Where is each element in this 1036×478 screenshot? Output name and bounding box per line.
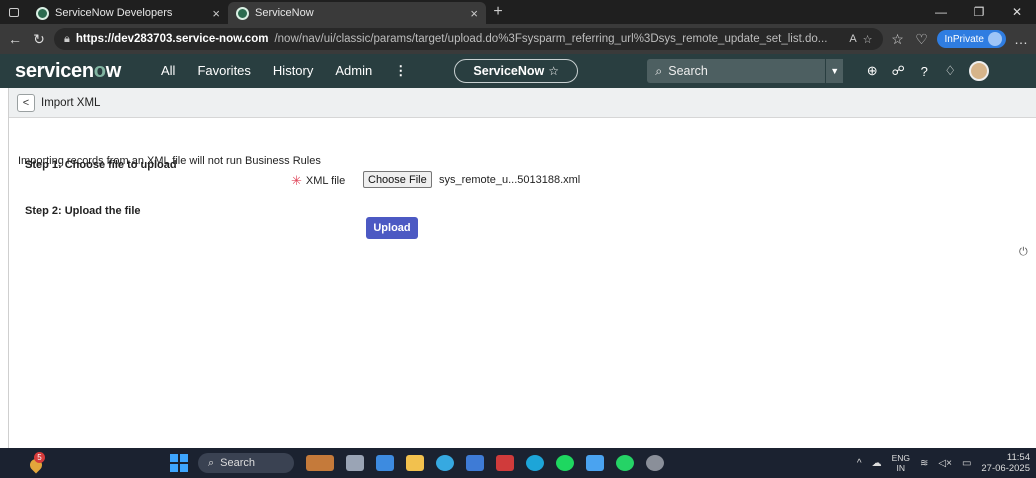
address-bar[interactable]: 🔒︎ https://dev283703.service-now.com/now… [54,28,883,50]
logo-text-pre: servicen [15,59,94,82]
clock-date: 27-06-2025 [981,463,1030,474]
url-path: /now/nav/ui/classic/params/target/upload… [274,33,828,45]
window-controls: — ❐ ✕ [922,5,1036,19]
lock-icon[interactable]: 🔒︎ [64,33,70,46]
choose-file-button[interactable]: Choose File [363,171,432,188]
cloud-icon[interactable]: ☁ [872,458,882,469]
clock[interactable]: 11:54 27-06-2025 [981,452,1030,474]
page-title: Import XML [41,96,101,109]
system-tray: ^ ☁ ENG IN ≋ ◁× ▭ 11:54 27-06-2025 [857,452,1030,474]
windows-taskbar: 5 ⌕ Search ^ ☁ ENG IN ≋ ◁× ▭ 11:54 27-06… [0,448,1036,478]
tab-label: ServiceNow [255,7,314,19]
widget-badge: 5 [34,452,45,463]
browser-essentials-icon[interactable]: ♡ [913,31,931,48]
tab-servicenow[interactable]: ServiceNow × [228,2,486,24]
lang-bottom: IN [896,463,906,473]
task-view-icon[interactable] [346,455,364,471]
mcafee-icon[interactable] [496,455,514,471]
read-aloud-icon[interactable]: A [849,33,856,45]
tab-actions-icon[interactable] [0,0,28,24]
header-icons: ⊕ ☍ ? ♢ [859,63,963,79]
nav-history[interactable]: History [262,63,324,79]
servicenow-favicon-icon [36,6,49,20]
language-indicator[interactable]: ENG IN [892,453,910,473]
browser-tab-strip: ServiceNow Developers × ServiceNow × + —… [0,0,1036,24]
step2-heading: Step 2: Upload the file [25,205,141,217]
content-frame: < Import XML [8,88,1036,448]
minimize-button[interactable]: — [922,5,960,19]
profile-avatar-icon [988,32,1002,46]
notifications-bell-icon[interactable]: ♢ [937,63,963,79]
edge-beta-icon[interactable] [436,455,454,471]
nav-admin[interactable]: Admin [324,63,383,79]
servicenow-header: servicenow All Favorites History Admin ⋮… [0,54,1036,88]
tab-close-icon[interactable]: × [212,6,220,21]
close-window-button[interactable]: ✕ [998,5,1036,19]
search-scope-dropdown-icon[interactable]: ▼ [825,59,844,83]
nav-favorites[interactable]: Favorites [186,63,261,79]
clock-time: 11:54 [1006,452,1030,463]
favorite-star-icon[interactable]: ☆ [863,33,873,46]
global-search-input[interactable]: ⌕ Search [647,59,826,83]
power-icon[interactable]: ⏻ [1019,246,1028,259]
volume-icon[interactable]: ◁× [938,458,952,469]
search-placeholder: Search [668,64,708,78]
search-icon: ⌕ [208,456,215,469]
xml-file-label-text: XML file [305,175,346,187]
settings-gear-icon[interactable] [646,455,664,471]
chat-app-icon[interactable] [376,455,394,471]
logo-text-post: w [105,59,122,82]
step1-heading: Step 1: Choose file to upload [25,159,177,171]
store-icon[interactable] [466,455,484,471]
show-hidden-icons-icon[interactable]: ^ [857,458,862,469]
spotify-icon[interactable] [556,455,574,471]
wifi-icon[interactable]: ≋ [920,458,928,469]
servicenow-favicon-icon [236,6,249,20]
star-icon[interactable]: ☆ [548,64,559,78]
selected-filename: sys_remote_u...5013188.xml [439,174,581,186]
taskbar-search[interactable]: ⌕ Search [198,453,294,473]
favorites-icon[interactable]: ☆ [889,31,907,48]
file-explorer-icon[interactable] [406,455,424,471]
inprivate-label: InPrivate [944,33,984,45]
search-icon: ⌕ [655,63,663,78]
lang-top: ENG [891,453,911,463]
chat-icon[interactable]: ☍ [885,63,911,79]
user-avatar[interactable] [969,61,990,81]
notepad-icon[interactable] [586,455,604,471]
windows-start-icon[interactable] [170,454,188,472]
more-options-icon[interactable]: … [1012,31,1030,47]
back-arrow-icon[interactable]: ← [6,31,24,47]
form-header-bar: < Import XML [9,88,1036,118]
inprivate-badge[interactable]: InPrivate [936,30,1006,48]
required-icon: ✳ [291,173,302,188]
battery-icon[interactable]: ▭ [962,458,971,469]
edge-icon[interactable] [526,455,544,471]
nav-more-icon[interactable]: ⋮ [383,63,418,79]
widgets-icon[interactable]: 5 [27,452,45,474]
new-tab-button[interactable]: + [486,3,510,21]
refresh-icon[interactable]: ↻ [30,31,48,48]
tab-label: ServiceNow Developers [55,7,173,19]
taskbar-search-label: Search [220,457,256,469]
url-host: https://dev283703.service-now.com [75,33,269,45]
upload-button[interactable]: Upload [366,217,418,239]
taskbar-apps [306,455,664,471]
logo-text-o: o [93,59,106,82]
restore-button[interactable]: ❐ [960,5,998,19]
xml-file-label: ✳ XML file [291,173,345,189]
application-scope-picker[interactable]: ServiceNow ☆ [454,59,579,83]
address-bar-row: ← ↻ 🔒︎ https://dev283703.service-now.com… [0,24,1036,54]
whatsapp-icon[interactable] [616,455,634,471]
back-button[interactable]: < [17,93,35,112]
servicenow-logo[interactable]: servicenow [15,60,150,83]
globe-icon[interactable]: ⊕ [859,63,885,79]
help-icon[interactable]: ? [911,64,937,79]
nav-all[interactable]: All [150,63,186,79]
people-app-icon[interactable] [306,455,334,471]
tab-close-icon[interactable]: × [470,6,478,21]
main-nav: All Favorites History Admin ⋮ [150,63,418,79]
scope-label: ServiceNow [473,64,545,78]
tab-servicenow-developers[interactable]: ServiceNow Developers × [28,2,228,24]
